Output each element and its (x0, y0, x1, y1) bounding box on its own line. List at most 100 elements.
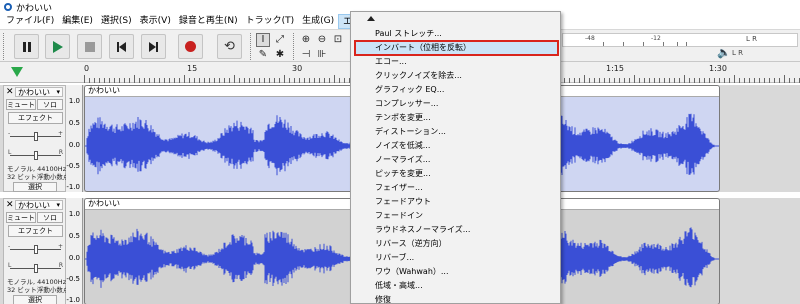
ruler-tick (229, 78, 230, 83)
menu-item-reverse[interactable]: リバース（逆方向） (355, 237, 558, 251)
pan-slider-thumb[interactable] (34, 151, 38, 160)
pan-slider[interactable]: L R (8, 262, 63, 274)
menu-item-repair[interactable]: 修復 (355, 293, 558, 304)
menu-select[interactable]: 選択(S) (97, 14, 136, 29)
mute-button[interactable]: ミュート (6, 212, 36, 223)
skip-to-end-button[interactable] (141, 34, 166, 59)
record-meter[interactable]: -48 -12 L R (562, 33, 798, 47)
track-name-menu[interactable]: かわいい (15, 87, 63, 97)
ruler-label: 1:30 (709, 64, 727, 73)
ruler-tick (664, 78, 665, 83)
menu-item-loudness-normalization[interactable]: ラウドネスノーマライズ... (355, 223, 558, 237)
toolbar-grip[interactable] (3, 33, 7, 60)
vertical-scale[interactable]: 1.0 0.5 0.0 -0.5 -1.0 (66, 198, 83, 304)
zoom-out-icon[interactable]: ⊖ (315, 33, 329, 47)
ruler-tick (149, 78, 150, 83)
silence-icon[interactable]: ⊪ (315, 48, 329, 62)
menu-edit[interactable]: 編集(E) (58, 14, 97, 29)
menu-item-reverb[interactable]: リバーブ... (355, 251, 558, 265)
menu-item-change-tempo[interactable]: テンポを変更... (355, 111, 558, 125)
effects-button[interactable]: エフェクト (8, 112, 63, 124)
menu-item-phaser[interactable]: フェイザー... (355, 181, 558, 195)
menu-file[interactable]: ファイル(F) (2, 14, 58, 29)
zoom-in-icon[interactable]: ⊕ (299, 33, 313, 47)
ruler-tick (159, 78, 160, 83)
ruler-tick (319, 78, 320, 83)
solo-button[interactable]: ソロ (37, 212, 63, 223)
menu-item-normalize[interactable]: ノーマライズ... (355, 153, 558, 167)
close-track-icon[interactable]: ✕ (6, 87, 14, 97)
record-button[interactable] (178, 34, 203, 59)
menu-item-wahwah[interactable]: ワウ（Wahwah）... (355, 265, 558, 279)
ruler-tick (574, 78, 575, 83)
ruler-tick (699, 78, 700, 83)
ruler-tick (684, 75, 685, 83)
draw-tool-icon[interactable]: ✎ (256, 48, 270, 62)
selection-tool-icon[interactable]: I (256, 33, 270, 47)
menu-transport[interactable]: 録音と再生(N) (175, 14, 242, 29)
pan-slider[interactable]: L R (8, 149, 63, 161)
playhead-icon[interactable] (11, 67, 23, 77)
fit-selection-icon[interactable]: ⊡ (331, 33, 345, 47)
record-meter-tick: -48 (585, 35, 595, 42)
close-track-icon[interactable]: ✕ (6, 200, 14, 210)
menu-item-noise-reduction[interactable]: ノイズを低減... (355, 139, 558, 153)
menu-item-invert[interactable]: インバート（位相を反転） (354, 40, 559, 56)
menu-item-bass-treble[interactable]: 低域・高域... (355, 279, 558, 293)
play-icon (52, 40, 63, 53)
menu-tracks[interactable]: トラック(T) (242, 14, 299, 29)
menu-item-change-pitch[interactable]: ピッチを変更... (355, 167, 558, 181)
stop-button[interactable] (77, 34, 102, 59)
vertical-scale[interactable]: 1.0 0.5 0.0 -0.5 -1.0 (66, 85, 83, 192)
edit-grip[interactable] (293, 33, 297, 60)
mute-button[interactable]: ミュート (6, 99, 36, 110)
record-meter-lr: L R (746, 35, 757, 43)
effects-button[interactable]: エフェクト (8, 225, 63, 237)
ruler-tick (214, 78, 215, 83)
menu-item-paulstretch[interactable]: Paul ストレッチ... (355, 27, 558, 41)
menu-item-graphic-eq[interactable]: グラフィック EQ... (355, 83, 558, 97)
gain-slider-thumb[interactable] (34, 132, 38, 141)
ruler-tick (739, 78, 740, 83)
select-button[interactable]: 選択 (13, 295, 57, 304)
ruler-tick (794, 78, 795, 83)
ruler-tick (89, 78, 90, 83)
menu-item-compressor[interactable]: コンプレッサー... (355, 97, 558, 111)
menu-generate[interactable]: 生成(G) (298, 14, 338, 29)
multi-tool-icon[interactable]: ✱ (273, 48, 287, 62)
record-icon (185, 41, 196, 52)
ruler-tick (584, 75, 585, 83)
ruler-tick (614, 78, 615, 83)
ruler-tick (269, 78, 270, 83)
ruler-tick (714, 78, 715, 83)
scroll-up-arrow-icon[interactable] (367, 16, 375, 21)
gain-slider-thumb[interactable] (34, 245, 38, 254)
loop-button[interactable]: ⟲ (217, 34, 242, 59)
scale-label: 0.5 (68, 119, 80, 127)
menu-item-distortion[interactable]: ディストーション... (355, 125, 558, 139)
tools-grip[interactable] (250, 33, 254, 60)
ruler-tick (774, 78, 775, 83)
pause-button[interactable] (14, 34, 39, 59)
ruler-tick (109, 78, 110, 83)
trim-icon[interactable]: ⊣ (299, 48, 313, 62)
scale-label: 1.0 (68, 97, 80, 105)
menu-item-fade-in[interactable]: フェードイン (355, 209, 558, 223)
ruler-tick (309, 78, 310, 83)
ruler-tick (564, 78, 565, 83)
pan-slider-thumb[interactable] (34, 264, 38, 273)
menu-item-click-removal[interactable]: クリックノイズを除去... (355, 69, 558, 83)
envelope-tool-icon[interactable]: ⤢ (273, 33, 287, 47)
skip-to-start-button[interactable] (109, 34, 134, 59)
gain-slider[interactable]: - + (8, 243, 63, 255)
gain-slider[interactable]: - + (8, 130, 63, 142)
menu-item-fade-out[interactable]: フェードアウト (355, 195, 558, 209)
track-name-menu[interactable]: かわいい (15, 200, 63, 210)
solo-button[interactable]: ソロ (37, 99, 63, 110)
menu-view[interactable]: 表示(V) (136, 14, 175, 29)
select-button[interactable]: 選択 (13, 182, 57, 192)
play-button[interactable] (45, 34, 70, 59)
menu-item-echo[interactable]: エコー... (355, 55, 558, 69)
playback-meter[interactable]: 🔈 L R (562, 46, 798, 62)
ruler-tick (724, 78, 725, 83)
